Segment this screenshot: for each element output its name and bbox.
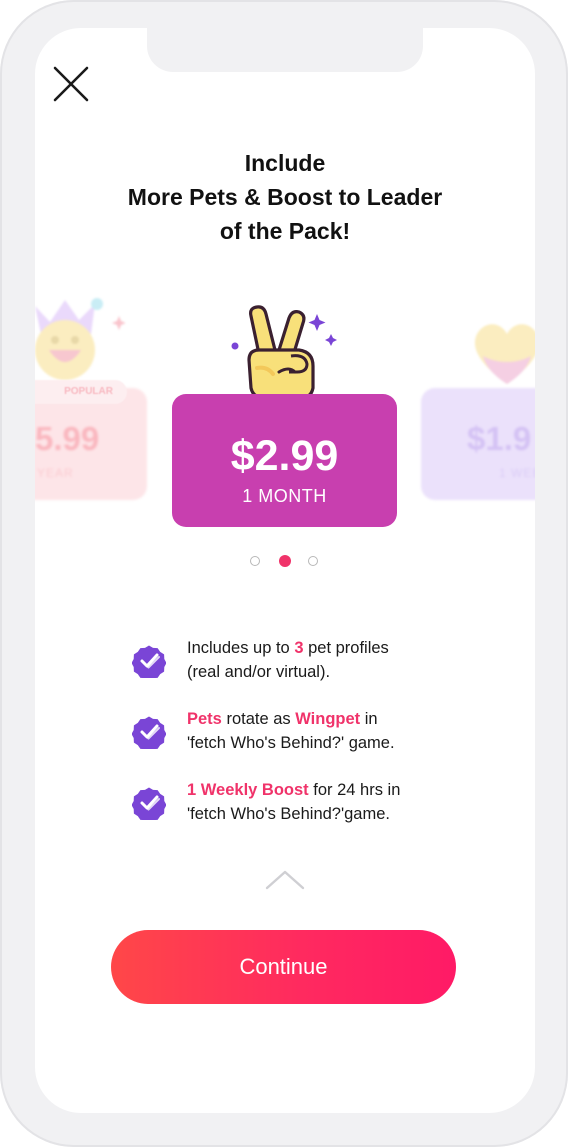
check-badge-icon — [132, 716, 166, 749]
plan-period: 1 MONTH — [242, 486, 327, 506]
check-badge-icon — [132, 645, 166, 678]
chevron-up-icon[interactable] — [263, 864, 307, 892]
close-button[interactable] — [51, 64, 91, 104]
title-line: More Pets & Boost to Leader — [127, 184, 443, 210]
highlight-text: 1 Weekly Boost — [187, 781, 309, 799]
plan-card-yearly[interactable]: 5.99 YEAR — [35, 388, 147, 500]
carousel-dot[interactable] — [250, 556, 260, 566]
plan-price: $2.99 — [230, 432, 339, 480]
title-line: Include — [244, 150, 326, 176]
plan-price: $1.9 — [467, 420, 532, 457]
check-badge-icon — [132, 787, 166, 820]
plan-card-monthly[interactable]: $2.99 1 MONTH — [172, 394, 397, 527]
feature-item: Pets rotate as Wingpet in 'fetch Who's B… — [132, 705, 462, 776]
feature-list: Includes up to 3 pet profiles (real and/… — [132, 634, 462, 847]
plan-price: 5.99 — [35, 420, 100, 457]
highlight-text: 3 — [294, 639, 304, 657]
popular-badge: POPULAR — [35, 380, 127, 404]
crown-emoji-icon — [35, 298, 125, 380]
carousel-dot-active[interactable] — [279, 555, 291, 567]
screen: Include More Pets & Boost to Leader of t… — [35, 28, 535, 1113]
page-title: Include More Pets & Boost to Leader of t… — [35, 146, 535, 248]
plan-card-weekly[interactable]: $1.9 1 WEE — [421, 388, 535, 500]
plan-period: 1 WEE — [499, 466, 535, 480]
device-notch — [147, 28, 423, 72]
carousel-pagination — [248, 554, 322, 568]
close-icon — [53, 66, 89, 102]
highlight-text: Pets — [187, 710, 222, 728]
feature-text: 1 Weekly Boost for 24 hrs in 'fetch Who'… — [187, 781, 401, 823]
feature-item: Includes up to 3 pet profiles (real and/… — [132, 634, 462, 705]
title-line: of the Pack! — [219, 218, 351, 244]
feature-text: Includes up to 3 pet profiles (real and/… — [187, 639, 389, 681]
highlight-text: Wingpet — [295, 710, 361, 728]
feature-item: 1 Weekly Boost for 24 hrs in 'fetch Who'… — [132, 776, 462, 847]
heart-icon — [474, 324, 535, 384]
phone-frame: Include More Pets & Boost to Leader of t… — [0, 0, 568, 1147]
continue-button[interactable]: Continue — [111, 930, 456, 1004]
plan-period: YEAR — [37, 466, 74, 480]
carousel-dot[interactable] — [308, 556, 318, 566]
feature-text: Pets rotate as Wingpet in 'fetch Who's B… — [187, 710, 395, 752]
